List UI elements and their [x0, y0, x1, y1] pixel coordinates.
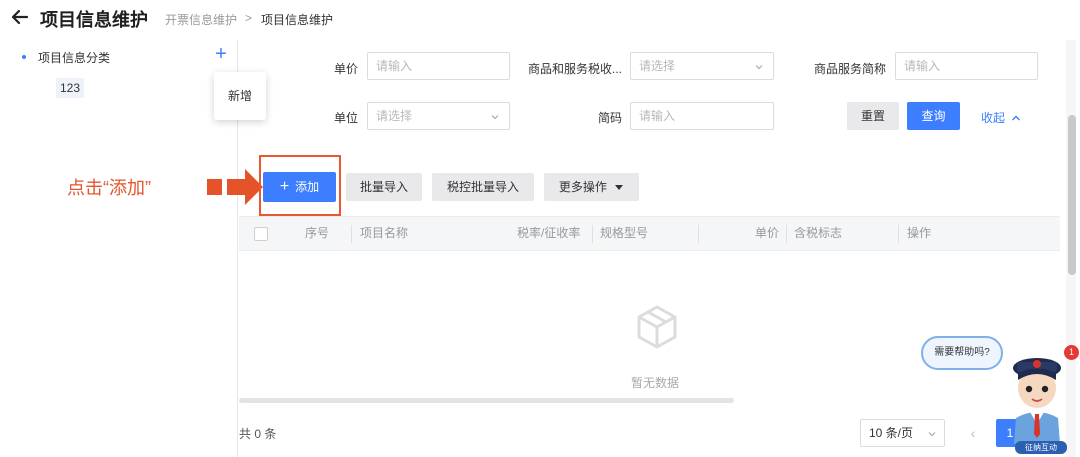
- back-arrow-icon[interactable]: [10, 7, 30, 27]
- page-size-value: 10 条/页: [869, 426, 914, 440]
- column-header-spec: 规格型号: [600, 226, 649, 240]
- annotation-text: 点击“添加”: [67, 178, 151, 198]
- category-sidebar: 项目信息分类 + 123: [0, 40, 238, 457]
- horizontal-scrollbar[interactable]: [239, 398, 734, 403]
- page-size-select[interactable]: 10 条/页: [860, 419, 945, 447]
- chevron-up-icon: [1012, 115, 1021, 121]
- column-header-tax-flag: 含税标志: [794, 226, 843, 240]
- unit-price-label: 单价: [334, 62, 359, 76]
- short-name-input[interactable]: 请输入: [895, 52, 1038, 80]
- help-bubble[interactable]: 需要帮助吗?: [921, 336, 1003, 370]
- tree-node-root[interactable]: 项目信息分类: [38, 49, 110, 66]
- chevron-down-icon: [928, 432, 936, 437]
- column-divider: [592, 225, 593, 243]
- app-root: 项目信息维护 开票信息维护 > 项目信息维护 项目信息分类 + 123 新增 单…: [0, 0, 1080, 457]
- column-divider: [698, 225, 699, 243]
- batch-import-button[interactable]: 批量导入: [346, 173, 422, 201]
- unit-select[interactable]: 请选择: [367, 102, 510, 130]
- tax-batch-import-button[interactable]: 税控批量导入: [432, 173, 534, 201]
- empty-box-icon: [637, 305, 677, 349]
- unit-placeholder: 请选择: [376, 109, 413, 123]
- unit-price-input[interactable]: 请输入: [367, 52, 510, 80]
- column-header-index: 序号: [305, 226, 330, 240]
- annotation-highlight-box: [259, 155, 341, 216]
- tax-officer-mascot-icon[interactable]: [1002, 348, 1072, 456]
- tax-class-label: 商品和服务税收...: [528, 62, 623, 76]
- chevron-down-icon: [755, 65, 763, 70]
- prev-page-button[interactable]: ‹: [965, 423, 981, 443]
- unit-label: 单位: [334, 111, 359, 125]
- empty-state-text: 暂无数据: [631, 376, 680, 390]
- more-actions-label: 更多操作: [558, 180, 607, 194]
- column-divider: [898, 225, 899, 243]
- chevron-down-icon: [491, 115, 499, 120]
- add-category-icon[interactable]: +: [212, 44, 230, 66]
- page-header: 项目信息维护 开票信息维护 > 项目信息维护: [0, 0, 1080, 38]
- tax-class-select[interactable]: 请选择: [630, 52, 774, 80]
- column-divider: [351, 225, 352, 243]
- table-header: 序号 项目名称 税率/征收率 规格型号 单价 含税标志 操作: [239, 216, 1060, 251]
- collapse-label: 收起: [981, 111, 1006, 125]
- select-all-checkbox[interactable]: [254, 227, 268, 241]
- mascot-label: 征纳互动: [1015, 441, 1067, 454]
- column-header-actions: 操作: [907, 226, 932, 240]
- annotation-marker: [207, 179, 222, 195]
- tree-bullet-icon: [22, 55, 26, 59]
- short-name-label: 商品服务简称: [814, 62, 887, 76]
- tree-node-123[interactable]: 123: [56, 78, 85, 98]
- column-divider: [786, 225, 787, 243]
- more-actions-button[interactable]: 更多操作: [544, 173, 639, 201]
- page-title: 项目信息维护: [40, 10, 148, 30]
- column-header-name: 项目名称: [360, 226, 409, 240]
- notification-badge: 1: [1064, 345, 1079, 360]
- caret-down-icon: [615, 185, 624, 190]
- tax-class-placeholder: 请选择: [639, 59, 676, 73]
- search-button[interactable]: 查询: [907, 102, 960, 130]
- breadcrumb-item-invoice-info[interactable]: 开票信息维护: [165, 11, 237, 28]
- total-count: 共 0 条: [239, 427, 277, 441]
- vertical-scrollbar[interactable]: [1068, 115, 1076, 275]
- collapse-link[interactable]: 收起: [981, 109, 1021, 126]
- breadcrumb-separator: >: [245, 11, 253, 25]
- column-header-tax-rate: 税率/征收率: [517, 226, 581, 240]
- column-header-unit-price: 单价: [755, 226, 780, 240]
- reset-button[interactable]: 重置: [847, 102, 899, 130]
- add-tooltip: 新增: [214, 72, 266, 120]
- code-label: 简码: [598, 111, 623, 125]
- code-input[interactable]: 请输入: [630, 102, 774, 130]
- breadcrumb-item-current: 项目信息维护: [261, 13, 334, 27]
